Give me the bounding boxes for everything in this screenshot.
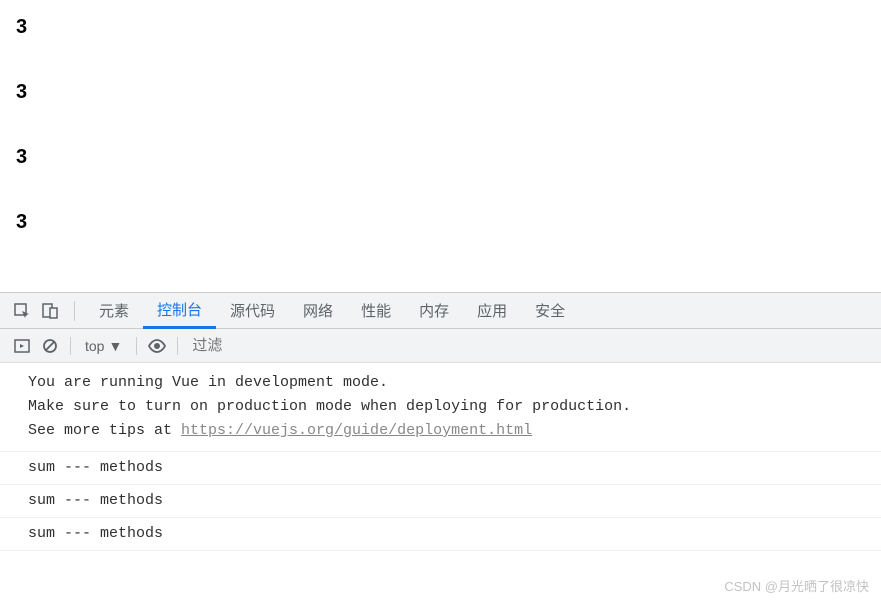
console-message: You are running Vue in development mode.…: [0, 363, 881, 452]
divider: [70, 337, 71, 355]
devtools-panel: 元素 控制台 源代码 网络 性能 内存 应用 安全 top ▼ You are …: [0, 292, 881, 551]
console-text: See more tips at: [28, 422, 181, 439]
tab-elements[interactable]: 元素: [85, 293, 143, 329]
console-message: sum --- methods: [0, 452, 881, 485]
console-text: You are running Vue in development mode.: [28, 374, 388, 391]
chevron-down-icon: ▼: [108, 338, 122, 354]
console-text: Make sure to turn on production mode whe…: [28, 398, 631, 415]
tab-sources[interactable]: 源代码: [216, 293, 289, 329]
divider: [136, 337, 137, 355]
tab-console[interactable]: 控制台: [143, 293, 216, 329]
tab-application[interactable]: 应用: [463, 293, 521, 329]
devtools-tabs: 元素 控制台 源代码 网络 性能 内存 应用 安全: [0, 293, 881, 329]
divider: [177, 337, 178, 355]
clear-console-icon[interactable]: [36, 332, 64, 360]
page-value: 3: [16, 146, 865, 169]
watermark: CSDN @月光晒了很凉快: [724, 576, 869, 595]
tab-security[interactable]: 安全: [521, 293, 579, 329]
filter-input[interactable]: [184, 333, 384, 358]
inspect-icon[interactable]: [8, 297, 36, 325]
page-value: 3: [16, 81, 865, 104]
context-label: top: [85, 338, 104, 354]
toggle-sidebar-icon[interactable]: [8, 332, 36, 360]
tab-memory[interactable]: 内存: [405, 293, 463, 329]
tab-performance[interactable]: 性能: [347, 293, 405, 329]
console-link[interactable]: https://vuejs.org/guide/deployment.html: [181, 422, 532, 439]
eye-icon[interactable]: [143, 332, 171, 360]
page-content: 3 3 3 3: [0, 0, 881, 292]
console-message: sum --- methods: [0, 518, 881, 551]
page-value: 3: [16, 16, 865, 39]
console-toolbar: top ▼: [0, 329, 881, 363]
context-selector[interactable]: top ▼: [77, 338, 130, 354]
console-message: sum --- methods: [0, 485, 881, 518]
device-toggle-icon[interactable]: [36, 297, 64, 325]
console-output: You are running Vue in development mode.…: [0, 363, 881, 551]
page-value: 3: [16, 211, 865, 234]
divider: [74, 301, 75, 321]
tab-network[interactable]: 网络: [289, 293, 347, 329]
